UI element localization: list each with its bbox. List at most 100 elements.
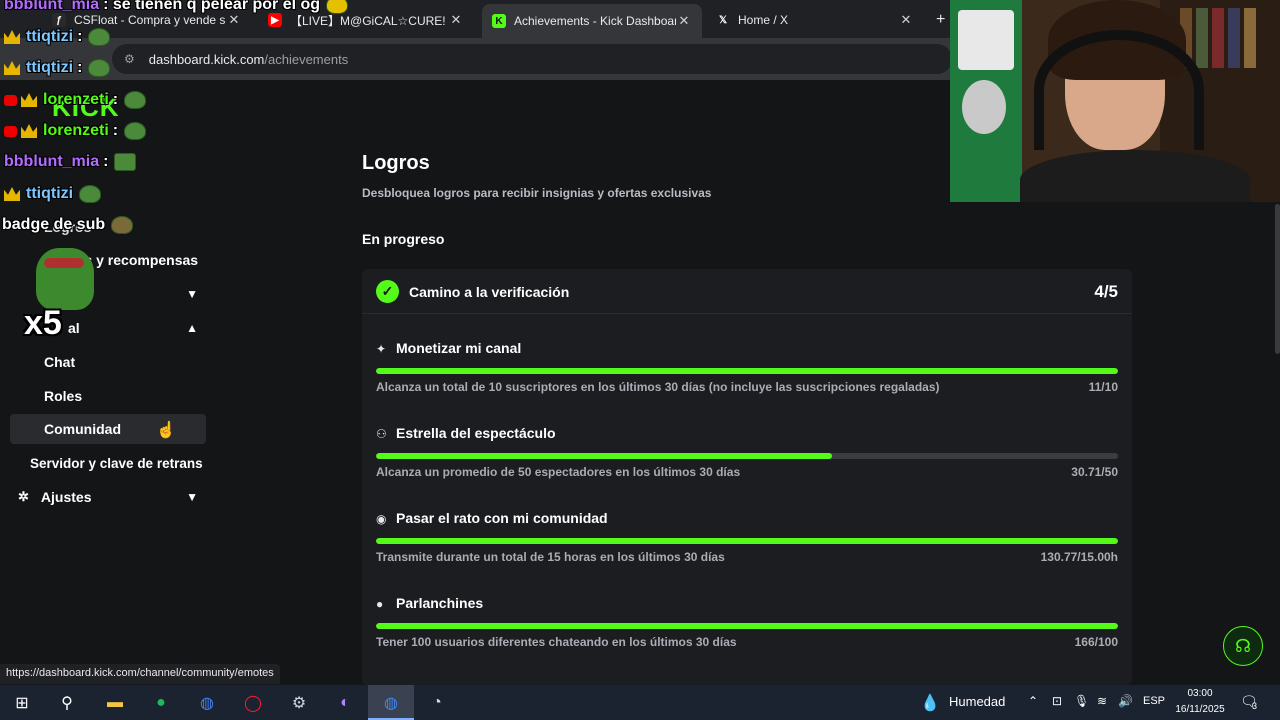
achievement-item: ● Parlanchines Tener 100 usuarios difere… (376, 595, 1118, 675)
scarf-image (958, 10, 1014, 70)
close-icon[interactable]: ✕ (676, 13, 692, 29)
scarf-crest-image (962, 80, 1006, 134)
chat-message: ttiqtizi (4, 185, 102, 203)
youtube-badge-icon (4, 94, 17, 106)
volume-icon[interactable]: 🔊 (1118, 694, 1133, 708)
book-image (1212, 8, 1224, 68)
achievement-title: Estrella del espectáculo (396, 425, 556, 441)
close-icon[interactable]: ✕ (448, 12, 464, 28)
achievement-value: 11/10 (1088, 380, 1118, 394)
achievement-value: 130.77/15.00h (1040, 550, 1118, 564)
url-host: dashboard.kick.com (148, 51, 265, 67)
steam-icon[interactable]: ⚙ (287, 691, 311, 715)
tab-title: CSFloat - Compra y vende skins (74, 13, 226, 27)
chat-message: ttiqtizi: (4, 59, 111, 77)
support-button[interactable]: ☊ (1223, 626, 1263, 666)
chrome-icon[interactable]: ◍ (195, 691, 219, 715)
crown-badge-icon (21, 93, 37, 107)
chat-username: ttiqtizi (26, 59, 74, 76)
users-icon: ⚇ (376, 427, 387, 441)
tab-x[interactable]: 𝕏 Home / X ✕ (706, 6, 924, 34)
sidebar-item-label: Ajustes (40, 489, 92, 505)
tab-kick-achievements[interactable]: K Achievements - Kick Dashboard ✕ (482, 4, 702, 38)
discord-icon[interactable]: ◐ (333, 691, 357, 715)
chat-text: : se tienen q pelear por el og (103, 0, 321, 13)
sidebar-item-roles[interactable]: Roles (10, 381, 206, 411)
chat-message: badge de sub (2, 216, 134, 234)
book-image (1196, 8, 1208, 68)
chat-text: : (112, 91, 119, 108)
card-title: Camino a la verificación (409, 284, 570, 300)
sidebar-item-servidor[interactable]: Servidor y clave de retrans (10, 448, 220, 478)
close-icon[interactable]: ✕ (898, 12, 914, 28)
sidebar-item-label: Comunidad (44, 421, 121, 437)
cursor-hand-icon: ☝ (156, 422, 176, 439)
clock-time[interactable]: 03:00 (1176, 688, 1224, 699)
page-title: Logros (362, 152, 430, 174)
crown-badge-icon (4, 30, 20, 44)
opera-icon[interactable]: ◯ (241, 691, 265, 715)
chat-text: : (103, 153, 109, 170)
webcam-overlay (950, 0, 1280, 202)
pepe-emote-icon (79, 185, 102, 203)
youtube-icon: ▶ (268, 13, 282, 27)
achievement-item: ⚇ Estrella del espectáculo Alcanza un pr… (376, 425, 1118, 505)
progress-bar (376, 453, 1118, 459)
spotify-icon[interactable]: ● (149, 691, 173, 715)
emote-combo-count: x5 (24, 304, 62, 342)
tab-title: Home / X (738, 13, 789, 27)
plus-icon: + (936, 11, 946, 28)
screen: ƒ CSFloat - Compra y vende skins ✕ ▶ 【LI… (0, 0, 1280, 720)
progress-fill (376, 368, 1118, 374)
weather-label[interactable]: Humedad (949, 694, 1005, 709)
achievement-item: ✦ Monetizar mi canal Alcanza un total de… (376, 340, 1118, 420)
headset-icon: ☊ (1235, 635, 1251, 656)
wifi-icon[interactable]: ≋ (1097, 694, 1107, 708)
person-body (1020, 150, 1250, 202)
chat-icon: ● (376, 597, 384, 611)
chrome-active-icon[interactable]: ◍ (379, 691, 403, 715)
achievement-title: Pasar el rato con mi comunidad (396, 510, 608, 526)
achievement-description: Alcanza un promedio de 50 espectadores e… (376, 465, 741, 479)
microphone-icon[interactable]: 🎙 (1074, 694, 1089, 708)
obs-icon[interactable]: ◔ (425, 691, 449, 715)
crown-badge-icon (4, 187, 20, 201)
x-icon: 𝕏 (718, 14, 728, 26)
language-indicator[interactable]: ESP (1143, 695, 1165, 707)
search-icon[interactable]: ⚲ (55, 691, 79, 715)
achievement-title: Parlanchines (396, 595, 484, 611)
chevron-up-icon: ▲ (186, 321, 198, 335)
youtube-badge-icon (4, 125, 17, 137)
pepe-emote-icon (124, 122, 147, 140)
pepe-emote-icon (88, 28, 111, 46)
clock-date[interactable]: 16/11/2025 (1170, 704, 1230, 715)
file-explorer-icon[interactable]: ▬ (103, 691, 127, 715)
pepe-emote-icon (36, 248, 94, 310)
scrollbar[interactable] (1275, 204, 1280, 354)
achievement-description: Alcanza un total de 10 suscriptores en l… (376, 380, 940, 394)
emote-icon (114, 153, 137, 171)
close-icon[interactable]: ✕ (226, 12, 242, 28)
emote-icon (111, 216, 134, 234)
crown-badge-icon (4, 61, 20, 75)
address-bar[interactable]: ⚙ dashboard.kick.com/achievements (112, 44, 952, 74)
meet-icon[interactable]: ⊡ (1052, 694, 1062, 708)
windows-start-icon[interactable]: ⊞ (10, 691, 34, 715)
sidebar-item-chat[interactable]: Chat (10, 347, 206, 377)
site-info-icon[interactable]: ⚙ (124, 52, 135, 66)
sidebar-item-ajustes[interactable]: ✲ Ajustes ▼ (10, 482, 206, 512)
chat-message: bbblunt_mia: (4, 153, 137, 171)
progress-bar (376, 368, 1118, 374)
chat-username: bbblunt_mia (4, 153, 100, 170)
chat-text: : (77, 28, 83, 45)
chat-message: ttiqtizi: (4, 28, 111, 46)
chat-message: lorenzeti: (4, 122, 147, 140)
chat-username: lorenzeti (43, 91, 109, 108)
chevron-up-icon[interactable]: ⌃ (1028, 694, 1038, 708)
link-status-url: https://dashboard.kick.com/channel/commu… (0, 664, 280, 684)
chevron-down-icon: ▼ (186, 287, 198, 301)
pepe-emote-icon (88, 59, 111, 77)
achievement-title: Monetizar mi canal (396, 340, 522, 356)
emote-detail (44, 258, 84, 268)
sidebar-item-comunidad[interactable]: Comunidad ☝ (10, 414, 206, 444)
